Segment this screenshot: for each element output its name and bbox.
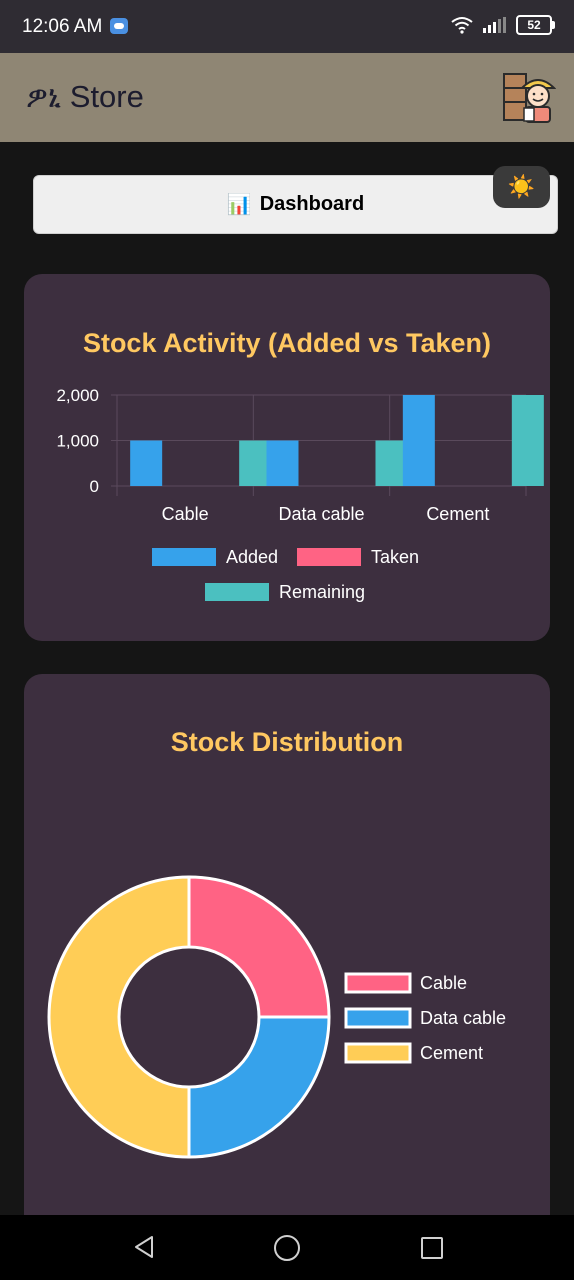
legend-label: Added bbox=[226, 547, 278, 567]
home-icon[interactable] bbox=[274, 1235, 300, 1261]
stock-activity-card: Stock Activity (Added vs Taken) 2,000 1,0… bbox=[24, 274, 550, 641]
legend-swatch-cement bbox=[344, 1042, 412, 1064]
x-tick-label: Cement bbox=[426, 504, 489, 524]
signal-icon bbox=[483, 17, 506, 33]
bar-added bbox=[266, 440, 299, 486]
stock-activity-chart: 2,000 1,000 0 Cable Data cable Cement Added Tak… bbox=[56, 386, 544, 602]
theme-toggle-button[interactable]: ☀️ bbox=[493, 166, 550, 208]
bar-added bbox=[130, 440, 163, 486]
legend-swatch-data-cable bbox=[344, 1007, 412, 1029]
worker-avatar-icon[interactable] bbox=[502, 70, 556, 124]
legend-label: Cable bbox=[420, 973, 467, 993]
back-icon[interactable] bbox=[133, 1235, 155, 1259]
x-tick-label: Data cable bbox=[278, 504, 364, 524]
bar-remaining bbox=[511, 395, 544, 486]
dashboard-button-label: Dashboard bbox=[259, 193, 365, 215]
app-title: ዎኒ Store bbox=[26, 79, 144, 114]
legend-swatch-cable bbox=[344, 972, 412, 994]
legend-label: Taken bbox=[371, 547, 419, 567]
wifi-icon bbox=[451, 17, 473, 34]
bar-remaining bbox=[239, 440, 272, 486]
slice-cement bbox=[47, 875, 191, 1159]
status-bar: 12:06 AM 52 bbox=[0, 0, 574, 53]
status-time: 12:06 AM bbox=[22, 16, 103, 37]
dashboard-button[interactable]: 📊 Dashboard bbox=[33, 175, 558, 234]
app-header: ዎኒ Store bbox=[0, 53, 574, 142]
bar-added bbox=[402, 395, 435, 486]
sun-icon: ☀️ bbox=[507, 174, 536, 199]
legend-label: Cement bbox=[420, 1043, 483, 1063]
x-tick-label: Cable bbox=[162, 504, 209, 524]
battery-icon: 52 bbox=[516, 15, 555, 35]
bar-chart-icon: 📊 bbox=[226, 194, 252, 216]
legend-swatch-added bbox=[152, 548, 216, 566]
stock-distribution-card: Stock Distribution Cable Data cable Cement bbox=[24, 674, 550, 1234]
slice-data-cable bbox=[187, 1015, 331, 1159]
cloud-icon bbox=[110, 18, 128, 34]
y-tick-label: 2,000 bbox=[56, 386, 99, 405]
legend-swatch-remaining bbox=[205, 583, 269, 601]
recent-apps-icon[interactable] bbox=[421, 1237, 443, 1259]
y-tick-label: 1,000 bbox=[56, 432, 99, 451]
bar-remaining bbox=[375, 440, 408, 486]
legend-label: Remaining bbox=[279, 582, 365, 602]
legend-swatch-taken bbox=[297, 548, 361, 566]
stock-distribution-chart: Cable Data cable Cement bbox=[47, 875, 506, 1159]
y-tick-label: 0 bbox=[90, 477, 99, 496]
system-nav-bar bbox=[0, 1215, 574, 1280]
legend-label: Data cable bbox=[420, 1008, 506, 1028]
slice-cable bbox=[187, 875, 331, 1019]
